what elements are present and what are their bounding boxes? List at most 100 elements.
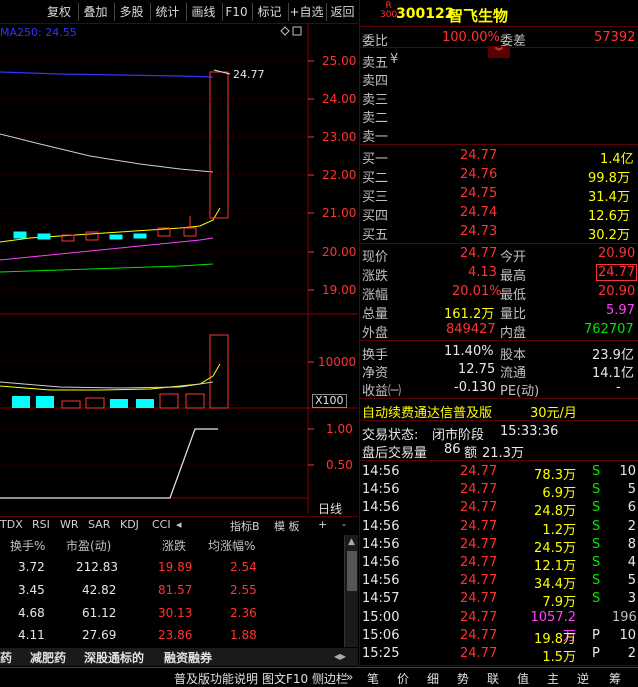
tick-n: 2 <box>627 646 636 661</box>
open-price: 20.90 <box>598 246 636 261</box>
tab-detail[interactable]: 细 <box>427 670 439 687</box>
tick-p: 24.77 <box>460 518 498 534</box>
scroll-thumb[interactable] <box>347 551 357 591</box>
tab-trades[interactable]: 笔 <box>367 670 379 687</box>
col-header[interactable]: 换手% <box>10 537 45 554</box>
tab-arrow-icon[interactable]: ◂ <box>176 518 182 531</box>
tick-v: 1.2万 <box>542 522 576 538</box>
tab-tdx[interactable]: TDX <box>0 518 23 531</box>
tick-n: 5 <box>627 573 636 589</box>
tick-d: P <box>592 646 600 661</box>
kline-chart[interactable]: MA250: 24.55 25.00 24.00 23.00 22.00 21.… <box>0 24 358 517</box>
overlay-button[interactable]: 叠加 <box>78 3 112 21</box>
kline-svg <box>0 24 358 514</box>
multi-stock-button[interactable]: 多股 <box>114 3 148 21</box>
tick-t: 14:56 <box>362 464 400 479</box>
fuquan-button[interactable]: 复权 <box>42 3 76 21</box>
tick-n: 10 <box>619 627 636 643</box>
change-pct: 20.01% <box>452 284 502 299</box>
sell1-label: 卖一 <box>362 130 389 145</box>
period-label[interactable]: 日线 <box>318 500 342 517</box>
tick-d: P <box>592 627 600 643</box>
watchlist-scrollbar[interactable]: ▲ <box>344 535 358 647</box>
sell4-label: 卖四 <box>362 74 389 89</box>
tab-sar[interactable]: SAR <box>88 518 110 531</box>
add-watchlist-button[interactable]: +自选 <box>288 3 324 21</box>
tab-scroll-icon[interactable]: ◂▸ <box>334 649 346 663</box>
after-hours-amount: 21.3万 <box>482 446 524 461</box>
fin-label: 股本 <box>500 348 527 363</box>
after-hours-label: 盘后交易量 <box>362 446 428 461</box>
tick-t: 14:56 <box>362 555 400 570</box>
tick-n: 10 <box>619 464 636 479</box>
draw-line-button[interactable]: 画线 <box>186 3 220 21</box>
price-tick: 21.00 <box>322 206 357 220</box>
sidebar-toggle[interactable]: 侧边栏 <box>312 670 348 687</box>
tab-category[interactable]: 融资融券 <box>164 649 212 666</box>
change-value: 4.13 <box>468 265 497 280</box>
trade-status: 闭市阶段 <box>432 428 485 443</box>
tab-category[interactable]: 减肥药 <box>30 649 66 666</box>
tab-related[interactable]: 联 <box>487 670 499 687</box>
col-header[interactable]: 均涨幅% <box>208 537 255 554</box>
tab-main[interactable]: 主 <box>547 670 559 687</box>
tick-v: 24.5万 <box>534 540 576 556</box>
zoom-out-button[interactable]: - <box>342 518 346 531</box>
tab-reverse[interactable]: 逆 <box>577 670 589 687</box>
back-button[interactable]: 返回 <box>326 3 358 21</box>
promo-price: 30元/月 <box>530 406 577 421</box>
tick-p: 24.77 <box>460 482 498 498</box>
tick-n: 3 <box>627 591 636 607</box>
col-header[interactable]: 涨跌 <box>162 537 186 554</box>
category-tabs: 药 减肥药 深股通标的 融资融券 ◂▸ <box>0 648 358 666</box>
sidebar-arrow-icon[interactable]: » <box>346 670 353 684</box>
tab-category[interactable]: 深股通标的 <box>84 649 144 666</box>
trade-status-label: 交易状态: <box>362 428 419 443</box>
tick-v: 78.3万 <box>534 468 576 483</box>
template-button[interactable]: 模 板 <box>274 518 300 534</box>
tick-p: 24.77 <box>460 555 498 570</box>
stock-code: 300122 <box>396 6 455 22</box>
feature-help-link[interactable]: 普及版功能说明 <box>174 670 258 687</box>
indicator-tick: 0.50 <box>326 458 353 472</box>
mark-button[interactable]: 标记 <box>252 3 286 21</box>
tick-n: 196 <box>612 609 637 625</box>
board-badge: R 300 <box>380 1 398 20</box>
statistics-button[interactable]: 统计 <box>150 3 184 21</box>
share-capital: 23.9亿 <box>592 348 634 363</box>
price-tick: 25.00 <box>322 54 357 68</box>
tab-kdj[interactable]: KDJ <box>120 518 139 531</box>
tab-price[interactable]: 价 <box>397 670 409 687</box>
float-shares: 14.1亿 <box>592 366 634 381</box>
tab-rsi[interactable]: RSI <box>32 518 50 531</box>
tab-cci[interactable]: CCI <box>152 518 171 531</box>
tab-value[interactable]: 值 <box>517 670 529 687</box>
collapse-icon[interactable]: ︾ <box>488 46 510 58</box>
pe-ratio: - <box>616 380 621 395</box>
tick-p: 24.77 <box>460 573 498 589</box>
zoom-in-button[interactable]: + <box>318 518 327 531</box>
tick-n: 6 <box>627 500 636 516</box>
fin-label: 净资 <box>362 366 389 381</box>
f10-link[interactable]: 图文F10 <box>262 670 308 687</box>
tick-t: 15:00 <box>362 609 400 625</box>
scroll-up-icon[interactable]: ▲ <box>348 537 355 547</box>
tick-d: S <box>592 464 601 479</box>
tab-chips[interactable]: 筹 <box>609 670 621 687</box>
tab-trend[interactable]: 势 <box>457 670 469 687</box>
indicator-b-button[interactable]: 指标B <box>230 518 260 534</box>
tab-category[interactable]: 药 <box>0 649 12 666</box>
fin-label: 换手 <box>362 348 389 363</box>
col-header[interactable]: 市盈(动) <box>66 537 111 554</box>
tick-n: 4 <box>627 555 636 570</box>
tick-v: 6.9万 <box>542 486 576 502</box>
tick-p: 24.77 <box>460 464 498 479</box>
f10-button[interactable]: F10 <box>222 3 250 21</box>
tab-wr[interactable]: WR <box>60 518 79 531</box>
chart-toolbar: 复权 叠加 多股 统计 画线 F10 标记 +自选 返回 <box>0 0 358 24</box>
sell3-label: 卖三 <box>362 93 389 108</box>
tick-v: 12.1万 <box>534 559 576 574</box>
promo-link[interactable]: 自动续费通达信普及版 <box>362 402 492 421</box>
price-tick: 22.00 <box>322 168 357 182</box>
sell5-label: 卖五 <box>362 56 389 71</box>
